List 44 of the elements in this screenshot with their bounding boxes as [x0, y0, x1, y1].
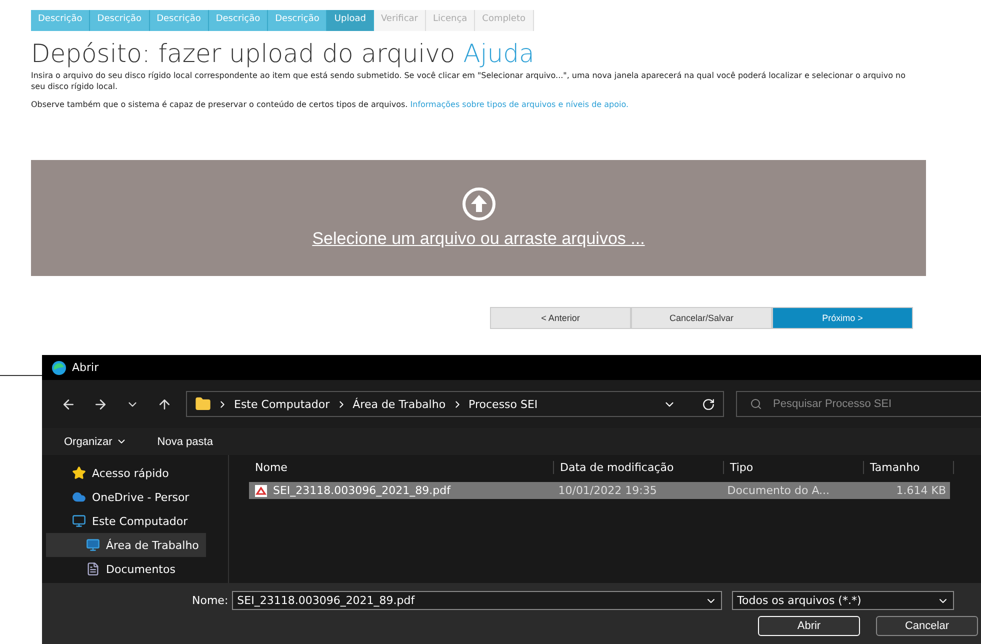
address-bar[interactable]: Este Computador Área de Trabalho Processo SEI: [186, 391, 724, 417]
folder-icon: [195, 396, 211, 412]
arrow-right-icon: [92, 396, 108, 412]
toolbar-button[interactable]: Nova pasta: [157, 436, 213, 448]
intro-text: Insira o arquivo do seu disco rígido local correspondente ao item que está sendo submetido. Se você clicar em "Selecionar arquivo...", uma nova janela aparecerá na qual você poderá localizar e selecionar o arquivo no seu disco rígido local.: [31, 70, 906, 92]
star-icon: [72, 466, 86, 480]
path-crumb[interactable]: Processo SEI: [468, 398, 538, 410]
sidebar-item[interactable]: Documentos: [46, 557, 206, 581]
toolbar-button[interactable]: Organizar: [64, 436, 128, 448]
column-header[interactable]: Tamanho: [864, 460, 954, 474]
upload-icon: [462, 187, 496, 221]
wizard-button[interactable]: < Anterior: [490, 307, 631, 329]
dialog-button[interactable]: Cancelar: [876, 616, 978, 636]
cloud-icon: [72, 490, 86, 504]
sidebar-item[interactable]: Acesso rápido: [42, 461, 222, 485]
wizard-button[interactable]: Cancelar/Salvar: [631, 307, 772, 329]
document-icon: [86, 562, 100, 576]
column-header[interactable]: Nome: [249, 460, 554, 474]
file-row[interactable]: SEI_23118.003096_2021_89.pdf 10/01/2022 19:35 Documento do A... 1.614 KB: [249, 482, 950, 499]
file-type-filter[interactable]: Todos os arquivos (*.*): [732, 591, 954, 610]
search-field[interactable]: Pesquisar Processo SEI: [736, 391, 981, 417]
wizard-button[interactable]: Próximo >: [772, 307, 913, 329]
file-size: 1.614 KB: [895, 484, 947, 497]
file-name: SEI_23118.003096_2021_89.pdf: [273, 484, 450, 497]
file-date: 10/01/2022 19:35: [557, 484, 658, 497]
sidebar-item[interactable]: Este Computador: [42, 509, 222, 533]
monitor-icon: [72, 514, 86, 528]
search-icon: [750, 398, 762, 410]
browser-logo-icon: [52, 360, 66, 374]
refresh-icon: [702, 398, 715, 410]
path-crumb[interactable]: Este Computador: [234, 398, 330, 410]
note-text: Observe também que o sistema é capaz de preservar o conteúdo de certos tipos de arquivos. Informações sobre tipos de arquivos e níveis de apoio.: [31, 99, 630, 110]
monitor-icon: [86, 538, 100, 552]
page-title: Depósito: fazer upload do arquivo: [31, 39, 456, 68]
dialog-title: Abrir: [72, 361, 99, 374]
column-header[interactable]: Tipo: [724, 460, 864, 474]
path-crumb[interactable]: Área de Trabalho: [352, 398, 446, 410]
column-header[interactable]: Data de modificação: [554, 460, 724, 474]
filename-field[interactable]: SEI_23118.003096_2021_89.pdf: [232, 591, 722, 610]
sidebar-item[interactable]: Área de Trabalho: [46, 533, 206, 557]
file-type: Documento do A...: [726, 484, 831, 497]
filename-label: Nome:: [192, 594, 228, 607]
sidebar-item[interactable]: OneDrive - Persor: [42, 485, 222, 509]
dialog-button[interactable]: Abrir: [758, 616, 860, 636]
